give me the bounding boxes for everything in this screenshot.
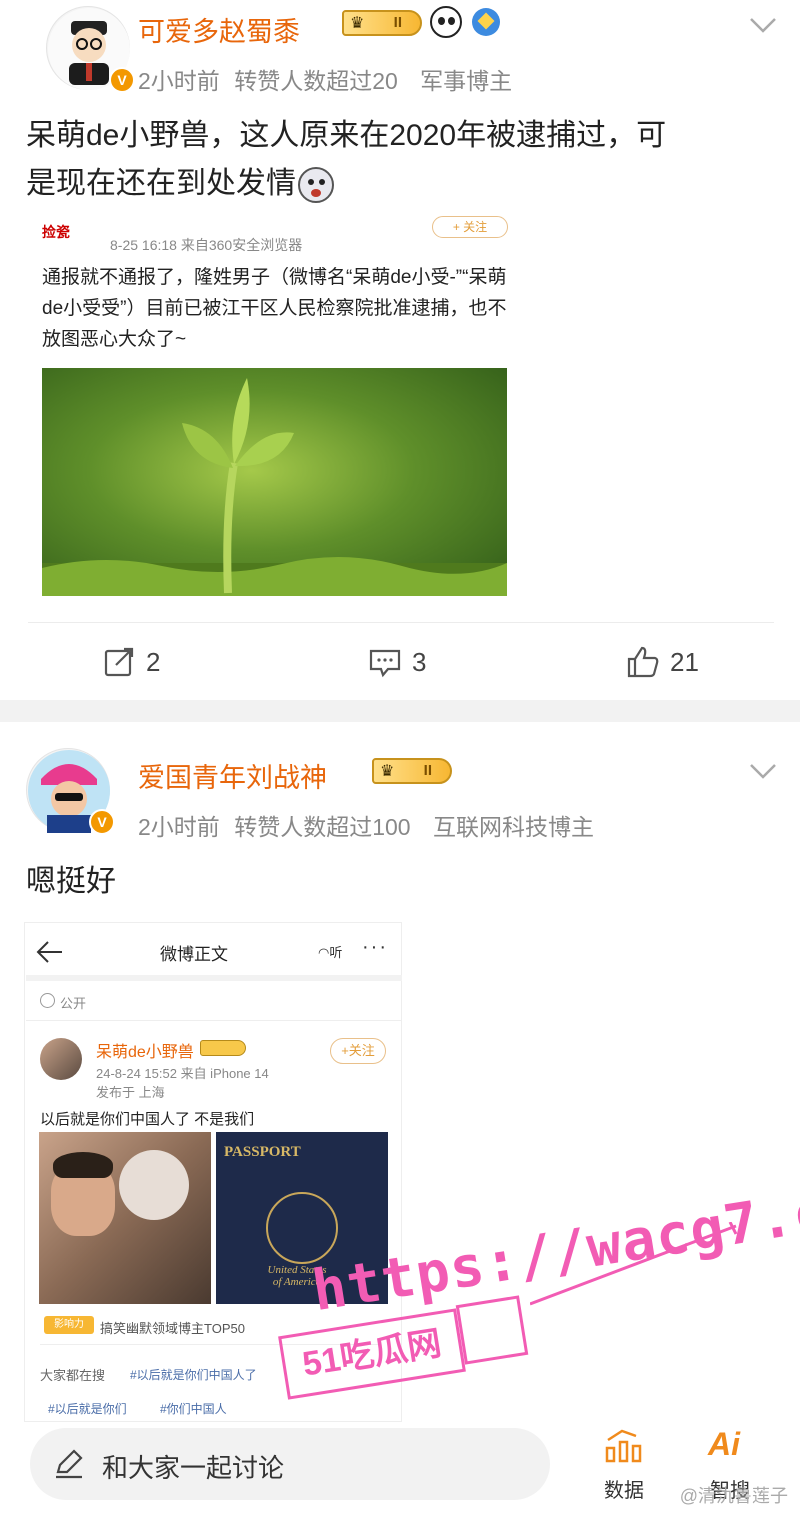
trending-tag: #以后就是你们中国人了	[130, 1368, 257, 1382]
quote-time: 8-25 16:18 来自360安全浏览器	[110, 237, 303, 253]
listen-icon: ◠听	[318, 945, 343, 960]
thumbs-up-icon	[627, 646, 659, 678]
post-meta: 2小时前 转赞人数超过100 互联网科技博主	[138, 808, 594, 842]
verified-badge-icon: V	[89, 809, 115, 835]
chart-data-icon[interactable]	[604, 1426, 644, 1464]
screenshot-time: 24-8-24 15:52 来自 iPhone 14	[96, 1066, 269, 1081]
comment-icon	[369, 649, 401, 678]
screenshot-title: 微博正文	[160, 945, 228, 964]
crown-icon: ♛	[380, 763, 395, 780]
divider	[28, 622, 774, 623]
chevron-down-icon[interactable]	[748, 756, 778, 786]
username[interactable]: 爱国青年刘战神	[138, 756, 327, 795]
post-separator-band	[0, 700, 800, 722]
membership-badge: ♛ II	[342, 10, 422, 36]
membership-badge: ♛ II	[372, 758, 452, 784]
sprout-plant-illustration	[42, 378, 507, 596]
repost-stat: 转赞人数超过20	[234, 68, 398, 94]
follow-button: +关注	[330, 1038, 386, 1064]
blogger-tag: 互联网科技博主	[432, 814, 594, 840]
divider	[26, 975, 402, 981]
avatar[interactable]: V	[46, 6, 135, 93]
comment-button[interactable]: 3	[368, 640, 426, 684]
selfie-photo	[39, 1132, 211, 1304]
like-button[interactable]: 21	[626, 640, 699, 684]
shocked-face-emoji-icon	[298, 167, 334, 204]
trending-tag: #以后就是你们	[48, 1402, 127, 1416]
quote-text: 通报就不通报了，隆姓男子（微博名“呆萌de小受-”“呆萌de小受受”）目前已被江…	[42, 267, 507, 350]
shield-badge-icon	[472, 8, 500, 36]
repost-button[interactable]: 2	[102, 640, 160, 684]
divider	[26, 1020, 402, 1021]
top50-label: 搞笑幽默领域博主TOP50	[100, 1321, 245, 1336]
back-arrow-icon	[36, 941, 62, 963]
comment-placeholder[interactable]: 和大家一起讨论	[102, 1448, 284, 1485]
passport-title: PASSPORT	[224, 1144, 301, 1160]
watermark-line	[530, 1222, 738, 1306]
more-icon: ···	[362, 936, 388, 958]
quote-avatar[interactable]: 捡瓷	[42, 222, 92, 252]
avatar[interactable]: V	[26, 748, 115, 835]
username[interactable]: 可爱多赵蜀黍	[138, 10, 300, 49]
panda-icon	[430, 6, 462, 38]
verified-badge-icon: V	[109, 67, 135, 93]
sprout-image[interactable]	[42, 368, 507, 596]
ai-search-icon[interactable]: Ai	[708, 1426, 740, 1463]
post-text: 嗯挺好	[26, 865, 116, 898]
chevron-down-icon[interactable]	[748, 10, 778, 40]
comment-count: 3	[412, 646, 427, 677]
screenshot-username: 呆萌de小野兽	[96, 1044, 194, 1061]
post-time: 2小时前	[138, 814, 220, 840]
visibility-label: 公开	[60, 996, 87, 1011]
watermark-box	[455, 1295, 529, 1365]
quote-follow-button[interactable]: + 关注	[432, 216, 508, 238]
pencil-icon	[56, 1449, 83, 1479]
author-watermark: @清氿鲁莲子	[679, 1486, 788, 1506]
post-text-line: 呆萌de小野兽，这人原来在2020年被逮捕过，可	[26, 119, 667, 152]
repost-count: 2	[146, 646, 161, 677]
influence-badge: 影响力	[44, 1316, 94, 1334]
trending-search-label: 大家都在搜	[40, 1368, 106, 1383]
post-text-line: 是现在还在到处发情	[26, 160, 786, 208]
like-count: 21	[670, 646, 699, 677]
post-time: 2小时前	[138, 68, 220, 94]
post-text: 呆萌de小野兽，这人原来在2020年被逮捕过，可 是现在还在到处发情	[26, 112, 786, 208]
post-meta: 2小时前 转赞人数超过20 军事博主	[138, 62, 512, 96]
trending-tag: #你们中国人	[160, 1402, 227, 1416]
globe-icon	[40, 993, 55, 1008]
repost-stat: 转赞人数超过100	[234, 814, 411, 840]
screenshot-location: 发布于 上海	[96, 1085, 165, 1100]
screenshot-text: 以后就是你们中国人了 不是我们	[40, 1111, 255, 1128]
data-button-label[interactable]: 数据	[600, 1474, 648, 1503]
repost-icon	[104, 647, 134, 677]
avatar	[40, 1038, 82, 1080]
crown-icon: ♛	[350, 15, 365, 32]
membership-badge	[200, 1040, 246, 1056]
blogger-tag: 军事博主	[420, 68, 513, 94]
